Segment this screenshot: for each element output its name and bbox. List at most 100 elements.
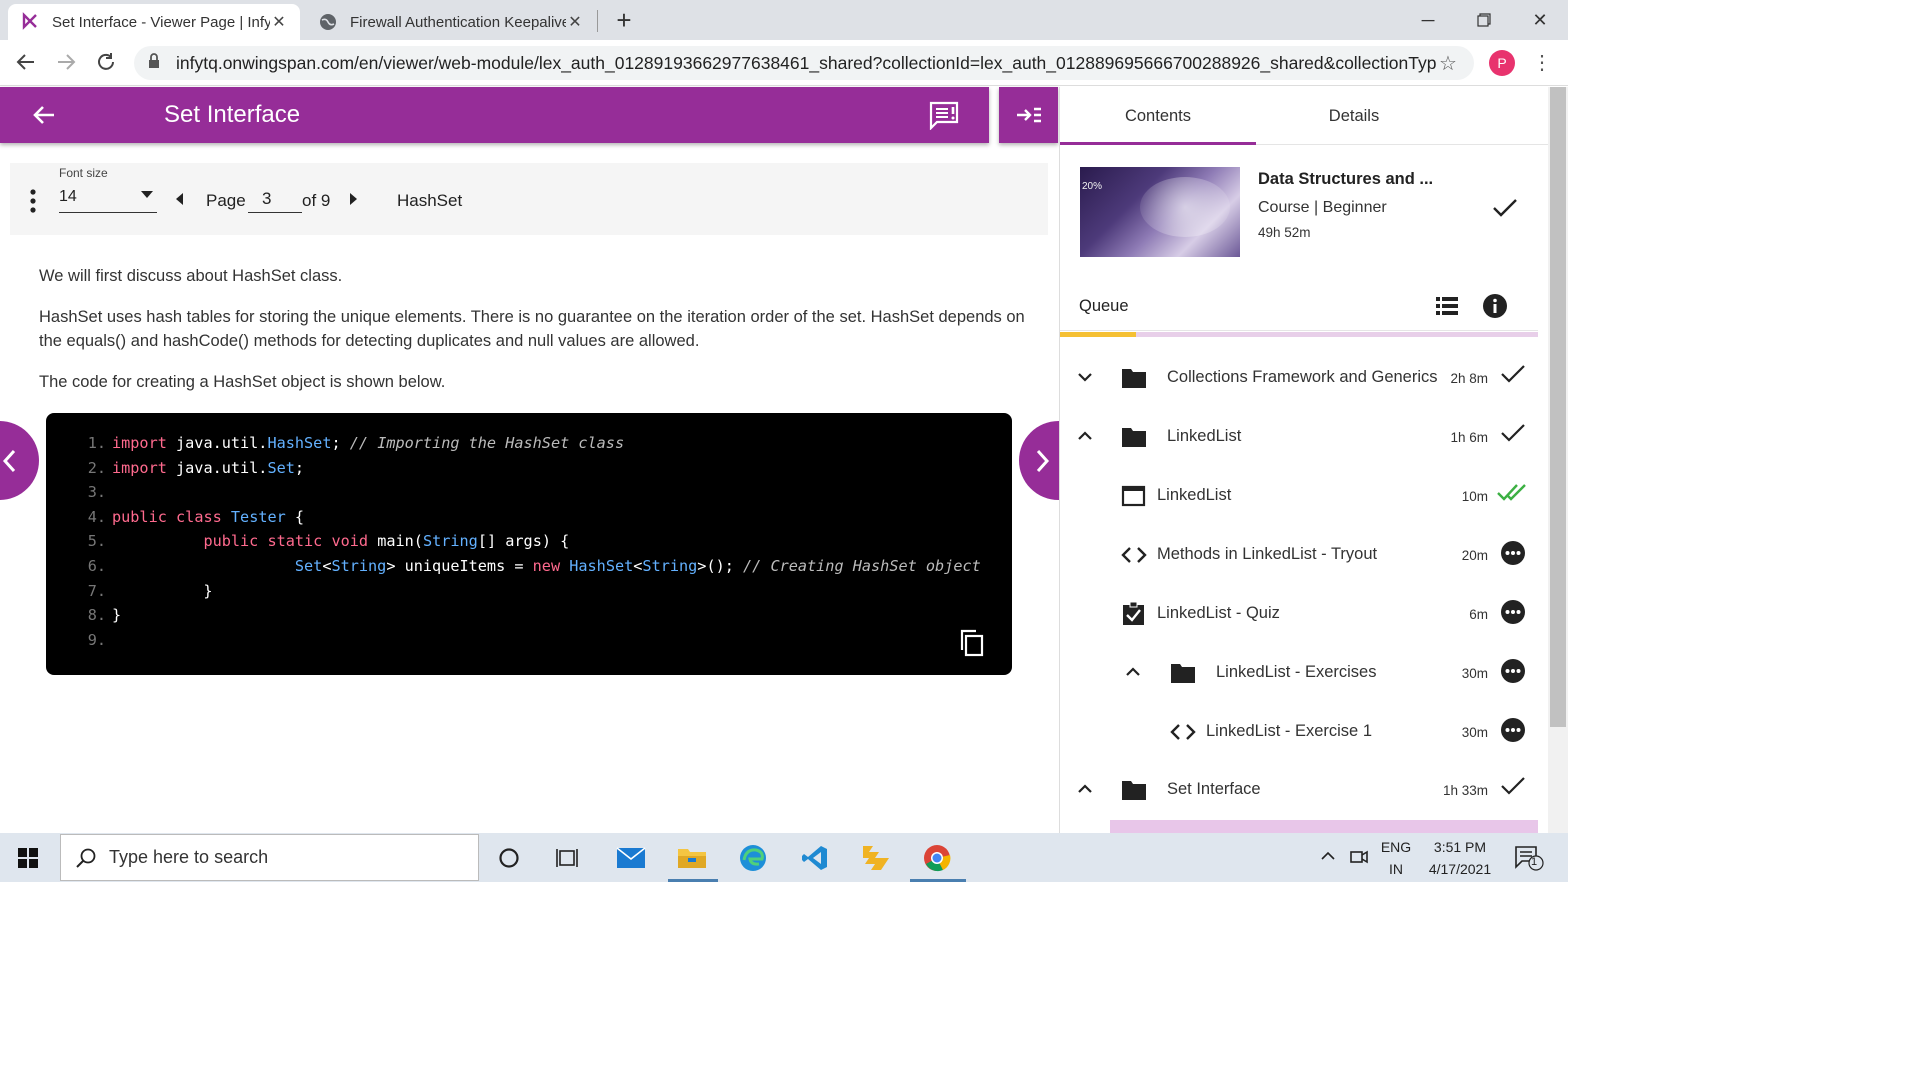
mail-icon[interactable] — [615, 842, 647, 874]
paragraph: The code for creating a HashSet object i… — [39, 373, 446, 391]
section-title: HashSet — [397, 191, 463, 210]
chevron-down-icon[interactable] — [1076, 368, 1094, 386]
back-arrow-icon[interactable] — [30, 101, 58, 129]
chevron-up-icon[interactable] — [1076, 427, 1094, 445]
code-icon — [1170, 720, 1196, 744]
tab-set-interface[interactable]: Set Interface - Viewer Page | Infy ✕ — [8, 4, 300, 40]
more-horiz-icon[interactable] — [1500, 540, 1528, 568]
queue-item-collections[interactable]: Collections Framework and Generics 2h 8m — [1060, 349, 1538, 407]
close-icon[interactable]: ✕ — [270, 12, 288, 32]
copy-icon[interactable] — [958, 628, 986, 658]
page-total: of 9 — [302, 191, 331, 210]
more-horiz-icon[interactable] — [1500, 658, 1528, 686]
browser-tabbar: Set Interface - Viewer Page | Infy ✕ Fir… — [0, 0, 1568, 40]
new-tab-button[interactable]: + — [612, 6, 636, 34]
next-page-icon[interactable] — [350, 193, 357, 205]
clock-time: 3:51 PM — [1433, 839, 1487, 855]
windows-start-icon[interactable] — [18, 848, 38, 868]
browser-menu-icon[interactable]: ⋮ — [1532, 50, 1552, 76]
queue-item-duration: 10m — [1461, 489, 1488, 504]
queue-item-exercise-1[interactable]: LinkedList - Exercise 1 30m — [1060, 703, 1538, 761]
windows-taskbar: Type here to search ENG IN 3:51 PM 4/17/… — [0, 833, 1568, 882]
active-app-indicator — [668, 879, 718, 882]
tray-chevron-up-icon[interactable] — [1318, 846, 1338, 872]
prev-page-icon[interactable] — [176, 193, 183, 205]
more-horiz-icon[interactable] — [1500, 717, 1528, 745]
chevron-down-icon — [141, 191, 153, 198]
notification-count: 1 — [1531, 856, 1538, 868]
lock-icon — [148, 52, 164, 74]
bookmark-star-icon[interactable]: ☆ — [1436, 51, 1460, 76]
queue-item-exercises[interactable]: LinkedList - Exercises 30m — [1060, 644, 1538, 702]
url-input[interactable]: infytq.onwingspan.com/en/viewer/web-modu… — [134, 46, 1474, 80]
collapse-icon — [1016, 107, 1041, 123]
queue-header: Queue — [1060, 283, 1538, 331]
tab-contents[interactable]: Contents — [1060, 87, 1256, 145]
tab-divider — [597, 10, 598, 32]
profile-avatar[interactable]: P — [1489, 50, 1515, 76]
taskbar-search-input[interactable]: Type here to search — [60, 834, 479, 881]
vscode-icon[interactable] — [799, 842, 831, 874]
app-icon[interactable] — [860, 842, 892, 874]
web-page-icon — [1121, 484, 1147, 508]
page-number-input[interactable]: 3 — [248, 189, 302, 213]
font-size-select[interactable]: 14 — [59, 185, 157, 213]
viewer-header: Set Interface — [0, 87, 989, 143]
minimize-button[interactable]: ─ — [1400, 0, 1456, 40]
file-explorer-icon[interactable] — [676, 842, 708, 874]
folder-icon — [1170, 661, 1196, 685]
queue-item-linkedlist[interactable]: LinkedList 1h 6m — [1060, 408, 1538, 466]
folder-icon — [1121, 425, 1147, 449]
clock-date: 4/17/2021 — [1428, 861, 1492, 877]
tab-firewall[interactable]: Firewall Authentication Keepalive ✕ — [306, 4, 596, 40]
check-icon — [1500, 775, 1528, 803]
page-label: Page — [206, 191, 246, 210]
forward-arrow-icon[interactable] — [54, 51, 78, 75]
notification-icon[interactable]: 1 — [1514, 845, 1544, 877]
cortana-icon[interactable] — [493, 842, 525, 874]
meet-now-icon[interactable] — [1348, 846, 1370, 874]
code-block: 1. import java.util.HashSet; // Importing… — [46, 413, 1012, 675]
course-progress-bar — [1060, 332, 1538, 337]
queue-item-label: Methods in LinkedList - Tryout — [1157, 545, 1378, 563]
window-close-button[interactable]: ✕ — [1512, 0, 1568, 40]
queue-item-methods-tryout[interactable]: Methods in LinkedList - Tryout 20m — [1060, 526, 1538, 584]
scrollbar-thumb[interactable] — [1550, 87, 1566, 727]
chevron-up-icon[interactable] — [1124, 663, 1142, 681]
more-options-icon[interactable] — [28, 187, 38, 215]
chrome-icon[interactable] — [921, 842, 953, 874]
active-item-highlight — [1110, 820, 1538, 833]
tab-title: Set Interface - Viewer Page | Infy — [52, 13, 270, 31]
collapse-panel-button[interactable] — [999, 87, 1058, 143]
back-arrow-icon[interactable] — [14, 51, 38, 75]
course-side-panel: Contents Details 20% Data Structures and… — [1059, 87, 1548, 833]
active-app-indicator — [910, 879, 966, 882]
course-card[interactable]: 20% Data Structures and ... Course | Beg… — [1060, 145, 1548, 337]
more-horiz-icon[interactable] — [1500, 599, 1528, 627]
chevron-up-icon[interactable] — [1076, 780, 1094, 798]
queue-item-duration: 1h 33m — [1442, 783, 1488, 798]
check-icon — [1492, 197, 1518, 219]
feedback-icon[interactable] — [928, 100, 960, 131]
close-icon[interactable]: ✕ — [566, 12, 584, 32]
info-icon[interactable] — [1482, 293, 1508, 319]
edge-icon[interactable] — [737, 842, 769, 874]
queue-item-set-interface[interactable]: Set Interface 1h 33m — [1060, 761, 1538, 819]
panel-scrollbar[interactable] — [1548, 87, 1568, 833]
list-icon[interactable] — [1436, 296, 1458, 316]
quiz-icon — [1121, 601, 1147, 626]
tab-details[interactable]: Details — [1256, 87, 1452, 145]
language-indicator[interactable]: ENG IN — [1376, 836, 1416, 880]
reload-icon[interactable] — [94, 51, 118, 75]
search-placeholder: Type here to search — [109, 847, 269, 867]
previous-content-button[interactable] — [0, 421, 39, 500]
infytq-logo-icon — [20, 12, 40, 32]
queue-item-quiz[interactable]: LinkedList - Quiz 6m — [1060, 585, 1538, 643]
task-view-icon[interactable] — [552, 842, 584, 874]
queue-item-linkedlist-page[interactable]: LinkedList 10m — [1060, 467, 1538, 525]
restore-button[interactable] — [1456, 0, 1512, 40]
lang-top: ENG — [1380, 839, 1412, 855]
course-duration: 49h 52m — [1258, 225, 1311, 240]
folder-icon — [1121, 366, 1147, 390]
clock[interactable]: 3:51 PM 4/17/2021 — [1420, 836, 1500, 880]
